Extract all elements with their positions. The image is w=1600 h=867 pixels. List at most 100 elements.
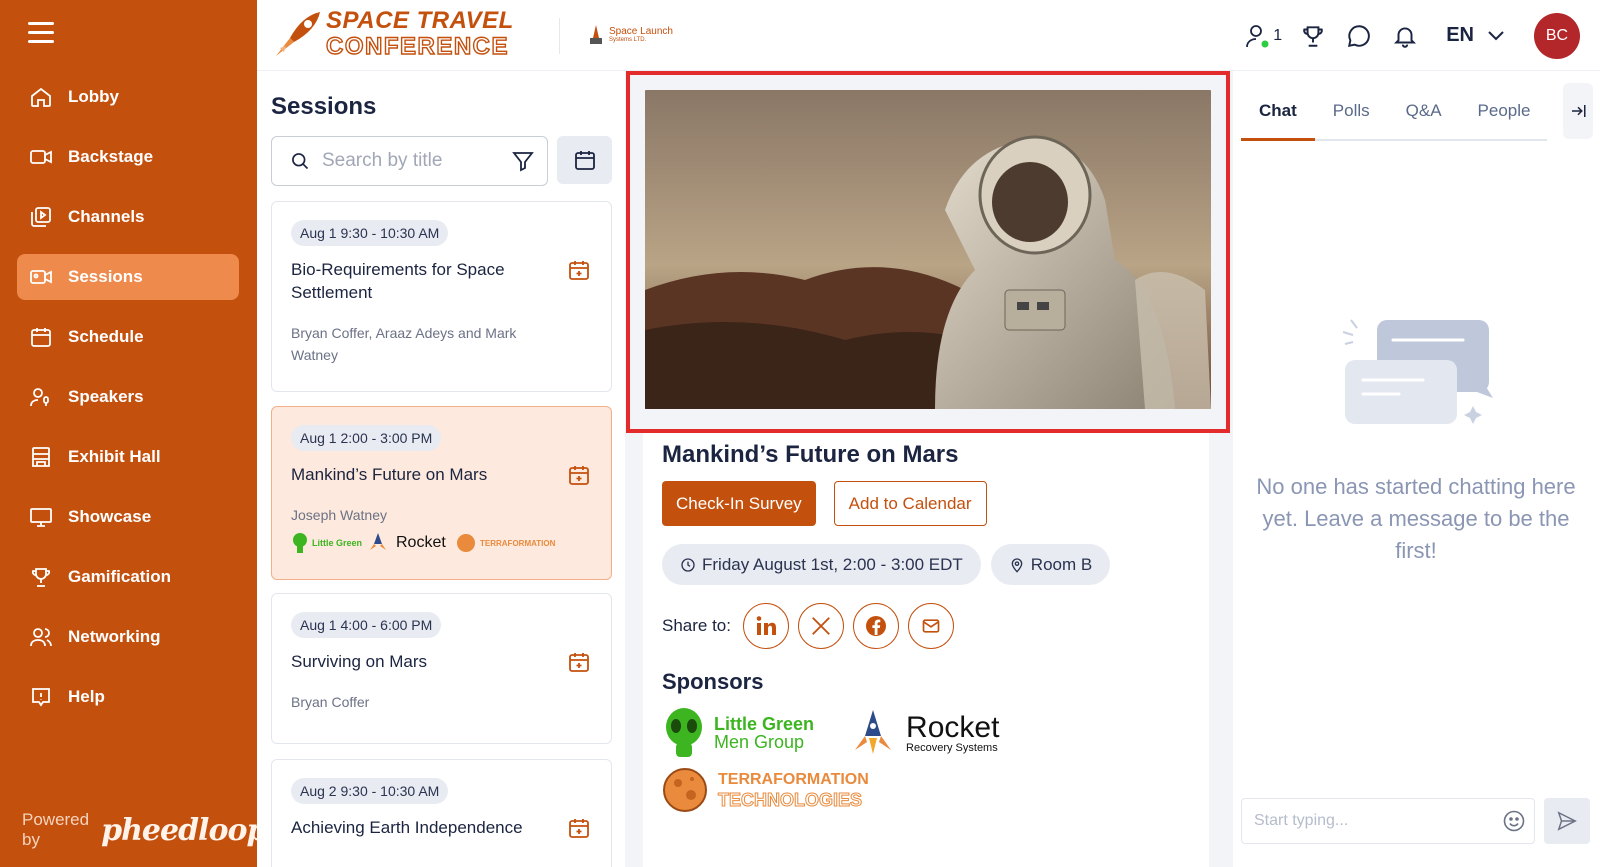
sidebar-item-exhibit-hall[interactable]: Exhibit Hall <box>17 434 239 480</box>
sidebar-item-label: Sessions <box>68 267 143 286</box>
check-in-survey-button[interactable]: Check-In Survey <box>662 481 816 526</box>
sponsor-mini-1: Little Green <box>312 537 363 548</box>
sidebar-item-showcase[interactable]: Showcase <box>17 494 239 540</box>
sponsor-little-green[interactable]: Little Green Men Group <box>662 707 814 759</box>
sponsor-rocket[interactable]: Rocket Recovery Systems <box>848 708 999 758</box>
sidebar-item-label: Gamification <box>68 567 171 586</box>
sponsor-subname: Recovery Systems <box>906 741 998 754</box>
share-linkedin-button[interactable] <box>743 603 789 649</box>
add-to-calendar-icon[interactable] <box>567 650 591 674</box>
alien-logo-icon <box>293 533 307 553</box>
sidebar-item-channels[interactable]: Channels <box>17 194 239 240</box>
filter-icon[interactable] <box>511 149 535 173</box>
session-card[interactable]: Aug 2 9:30 - 10:30 AM Achieving Earth In… <box>271 759 612 867</box>
bell-icon <box>1394 26 1417 48</box>
clock-icon <box>681 557 695 572</box>
sponsor-subname: TECHNOLOGIES <box>718 789 863 810</box>
sponsor-mini-3: TERRAFORMATION <box>480 538 556 548</box>
help-icon <box>28 684 54 710</box>
chat-tabs: Chat Polls Q&A People <box>1241 89 1547 141</box>
menu-icon[interactable] <box>28 22 54 46</box>
search-placeholder: Search by title <box>322 150 443 171</box>
search-input[interactable]: Search by title <box>271 136 548 186</box>
facebook-icon <box>866 616 886 636</box>
collapse-right-icon <box>1572 105 1586 117</box>
top-header: SPACE TRAVEL CONFERENCE Space Launch Sys… <box>257 0 1600 71</box>
sidebar-item-speakers[interactable]: Speakers <box>17 374 239 420</box>
chat-bubbles-icon <box>1342 319 1493 424</box>
sidebar-item-label: Speakers <box>68 387 144 406</box>
sidebar-item-label: Help <box>68 687 105 706</box>
tab-qa[interactable]: Q&A <box>1388 89 1460 141</box>
share-facebook-button[interactable] <box>853 603 899 649</box>
add-to-calendar-icon[interactable] <box>567 816 591 840</box>
calendar-icon <box>574 151 595 170</box>
share-email-button[interactable] <box>908 603 954 649</box>
sidebar-item-gamification[interactable]: Gamification <box>17 554 239 600</box>
calendar-icon <box>28 324 54 350</box>
share-row: Share to: <box>662 603 1190 649</box>
search-icon <box>292 153 309 170</box>
sidebar-item-help[interactable]: Help <box>17 674 239 720</box>
sidebar-nav: Lobby Backstage Channels Sessions Schedu… <box>17 74 239 734</box>
session-meta: Friday August 1st, 2:00 - 3:00 EDT Room … <box>662 544 1190 585</box>
session-card[interactable]: Aug 1 4:00 - 6:00 PM Surviving on Mars B… <box>271 593 612 744</box>
tab-people[interactable]: People <box>1460 89 1549 141</box>
avatar[interactable]: BC <box>1534 12 1580 59</box>
session-card-active[interactable]: Aug 1 2:00 - 3:00 PM Mankind’s Future on… <box>271 406 612 580</box>
video-highlight-frame <box>626 71 1230 433</box>
rocket-logo-icon <box>855 710 892 754</box>
session-time: Aug 1 2:00 - 3:00 PM <box>291 425 442 451</box>
location-pin-icon <box>1011 557 1023 573</box>
chat-message-input[interactable]: Start typing... <box>1241 798 1535 844</box>
chevron-down-icon <box>1488 30 1504 40</box>
sidebar-item-backstage[interactable]: Backstage <box>17 134 239 180</box>
share-x-button[interactable] <box>798 603 844 649</box>
session-speakers: Joseph Watney <box>291 507 387 523</box>
language-selector[interactable]: EN <box>1446 24 1504 47</box>
trophy-icon <box>1303 25 1324 47</box>
alien-logo-icon <box>666 708 702 757</box>
emoji-icon[interactable] <box>1502 809 1526 833</box>
header-sponsor-logo[interactable]: Space Launch Systems LTD. <box>587 24 673 46</box>
sponsor-logos: Little Green Men Group Rocket Recovery S… <box>662 707 1190 759</box>
sponsor-terraformation[interactable]: TERRAFORMATION TECHNOLOGIES <box>662 767 869 813</box>
leaderboard-button[interactable] <box>1298 21 1328 51</box>
session-speakers: Bryan Coffer, Araaz Adeys and Mark Watne… <box>291 325 517 363</box>
powered-by[interactable]: Powered by pheedloop <box>22 810 267 850</box>
conference-logo[interactable]: SPACE TRAVEL CONFERENCE <box>272 8 514 60</box>
video-camera-icon <box>28 264 54 290</box>
sidebar-item-lobby[interactable]: Lobby <box>17 74 239 120</box>
sidebar-item-label: Backstage <box>68 147 154 166</box>
session-video-player[interactable] <box>645 90 1211 409</box>
collapse-panel-button[interactable] <box>1563 83 1593 139</box>
rocket-mini-icon <box>370 533 386 550</box>
trophy-icon <box>28 564 54 590</box>
sidebar-item-label: Lobby <box>68 87 119 106</box>
calendar-view-button[interactable] <box>557 136 612 184</box>
tab-chat[interactable]: Chat <box>1241 89 1315 141</box>
session-info: Mankind’s Future on Mars Check-In Survey… <box>643 433 1209 867</box>
sessions-panel: Sessions Search by title Aug 1 9:30 - 10… <box>257 71 625 867</box>
add-to-calendar-button[interactable]: Add to Calendar <box>833 481 987 526</box>
sponsor-mini-2: Rocket <box>396 534 446 551</box>
sidebar-item-sessions[interactable]: Sessions <box>17 254 239 300</box>
booth-icon <box>28 444 54 470</box>
send-message-button[interactable] <box>1544 798 1590 844</box>
messages-button[interactable] <box>1344 21 1374 51</box>
language-value: EN <box>1446 24 1474 46</box>
add-to-calendar-icon[interactable] <box>567 463 591 487</box>
session-card[interactable]: Aug 1 9:30 - 10:30 AM Bio-Requirements f… <box>271 201 612 392</box>
session-actions: Check-In Survey Add to Calendar <box>662 481 1190 526</box>
tab-polls[interactable]: Polls <box>1315 89 1388 141</box>
add-to-calendar-icon[interactable] <box>567 258 591 282</box>
sidebar-item-schedule[interactable]: Schedule <box>17 314 239 360</box>
user-online-icon <box>1246 24 1269 47</box>
notifications-button[interactable] <box>1390 21 1420 51</box>
online-users-button[interactable]: 1 <box>1245 21 1282 51</box>
sidebar-item-networking[interactable]: Networking <box>17 614 239 660</box>
sessions-title: Sessions <box>271 93 377 120</box>
session-speakers: Bryan Coffer <box>291 694 370 710</box>
video-camera-icon <box>28 144 54 170</box>
logo-line-1: SPACE TRAVEL <box>326 7 514 34</box>
